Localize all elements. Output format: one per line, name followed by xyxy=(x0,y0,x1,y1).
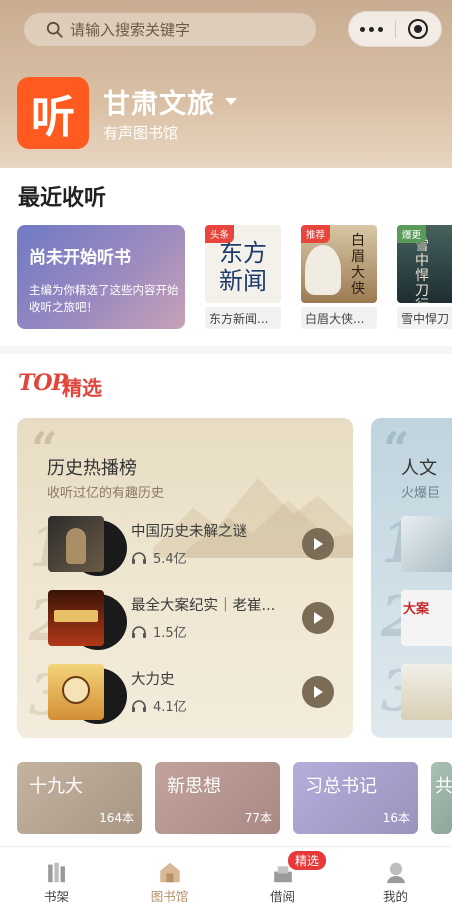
recent-book-1[interactable]: 东方新闻 头条 东方新闻... xyxy=(205,225,281,329)
library-switcher[interactable]: 甘肃文旅 xyxy=(103,82,237,121)
search-icon xyxy=(46,21,63,38)
ranking-item[interactable]: 3 大力史 4.1亿 xyxy=(17,664,353,726)
item-cover xyxy=(401,664,452,720)
item-plays: 5.4亿 xyxy=(131,548,187,567)
cover-figure xyxy=(305,245,341,295)
item-cover xyxy=(48,590,104,646)
headphones-icon xyxy=(132,699,146,712)
play-icon xyxy=(314,686,323,698)
cover-band xyxy=(54,610,98,622)
category-label: 共 xyxy=(435,776,452,797)
logo-char: 听 xyxy=(31,92,75,143)
category-count: 164本 xyxy=(99,811,134,825)
tab-label: 书架 xyxy=(43,889,69,904)
play-count: 5.4亿 xyxy=(153,552,187,567)
borrow-badge: 精选 xyxy=(288,851,327,870)
top-label: 精选 xyxy=(62,376,102,400)
caret-down-icon xyxy=(225,98,237,105)
tab-bookshelf[interactable]: 书架 xyxy=(0,847,113,904)
category-count: 77本 xyxy=(244,811,272,825)
section-divider xyxy=(0,346,452,354)
cover-figure xyxy=(66,528,86,564)
cover-text: 东方新闻 xyxy=(219,239,267,295)
item-cover xyxy=(48,664,104,720)
library-icon xyxy=(159,862,180,883)
category-label: 十九大 xyxy=(29,776,83,797)
item-cover: 大案 xyxy=(401,590,452,646)
play-button[interactable] xyxy=(302,676,334,708)
cover-figure xyxy=(62,676,90,704)
category-card[interactable]: 十九大 164本 xyxy=(17,762,142,834)
item-title: 大力史 xyxy=(131,672,175,688)
book-cover: 白眉大侠 推荐 xyxy=(301,225,377,303)
tab-label: 图书馆 xyxy=(150,889,189,904)
book-cover: 雪中悍刀行 爆更 xyxy=(397,225,452,303)
book-tag: 推荐 xyxy=(301,225,331,243)
app-logo: 听 xyxy=(17,77,89,149)
category-card[interactable]: 新思想 77本 xyxy=(155,762,280,834)
tab-label: 我的 xyxy=(382,889,408,904)
bottom-tab-bar: 书架 图书馆 借阅 我的 xyxy=(0,846,452,904)
item-plays: 1.5亿 xyxy=(131,622,187,641)
headphones-icon xyxy=(132,551,146,564)
promo-text: 主编为你精选了这些内容开始收听之旅吧！ xyxy=(29,283,179,314)
recent-book-3[interactable]: 雪中悍刀行 爆更 雪中悍刀 xyxy=(397,225,452,329)
profile-icon xyxy=(386,862,405,884)
book-cover: 东方新闻 头条 xyxy=(205,225,281,303)
ranking-item[interactable]: 2 最全大案纪实｜老崔... 1.5亿 xyxy=(17,590,353,652)
play-count: 1.5亿 xyxy=(153,626,187,641)
ranking-subtitle: 收听过亿的有趣历史 xyxy=(47,486,165,501)
ranking-item[interactable]: 1 中国历史未解之谜 5.4亿 xyxy=(17,516,353,578)
tab-mine[interactable]: 我的 xyxy=(339,847,452,904)
cover-text: 白眉大侠 xyxy=(351,233,365,297)
book-name: 白眉大侠... xyxy=(301,307,377,329)
play-icon xyxy=(314,612,323,624)
brand-title: 甘肃文旅 xyxy=(103,89,215,120)
item-cover xyxy=(48,516,104,572)
category-label: 新思想 xyxy=(167,776,221,797)
promo-title: 尚未开始听书 xyxy=(29,248,131,268)
close-target-icon[interactable] xyxy=(395,18,441,40)
category-row: 十九大 164本 新思想 77本 习总书记 16本 共 xyxy=(0,762,452,834)
category-card[interactable]: 共 xyxy=(431,762,452,834)
category-label: 习总书记 xyxy=(305,776,377,797)
tab-library[interactable]: 图书馆 xyxy=(113,847,226,904)
play-icon xyxy=(314,538,323,550)
item-cover xyxy=(401,516,452,572)
item-plays: 4.1亿 xyxy=(131,696,187,715)
play-button[interactable] xyxy=(302,602,334,634)
mini-program-capsule xyxy=(348,11,442,47)
book-name: 雪中悍刀 xyxy=(397,307,452,329)
book-tag: 头条 xyxy=(205,225,235,243)
promo-card[interactable]: 尚未开始听书 主编为你精选了这些内容开始收听之旅吧！ xyxy=(17,225,185,329)
play-button[interactable] xyxy=(302,528,334,560)
ranking-title: 历史热播榜 xyxy=(47,458,137,479)
header-banner: 请输入搜索关键字 听 甘肃文旅 有声图书馆 xyxy=(0,0,452,168)
category-count: 16本 xyxy=(382,811,410,825)
section-title-recent: 最近收听 xyxy=(18,186,107,211)
book-tag: 爆更 xyxy=(397,225,427,243)
ranking-card-history[interactable]: “ 历史热播榜 收听过亿的有趣历史 1 中国历史未解之谜 5.4亿 2 最全大案… xyxy=(17,418,353,738)
item-title: 中国历史未解之谜 xyxy=(131,524,247,540)
brand-subtitle: 有声图书馆 xyxy=(103,124,179,142)
category-card[interactable]: 习总书记 16本 xyxy=(293,762,418,834)
recent-book-2[interactable]: 白眉大侠 推荐 白眉大侠... xyxy=(301,225,377,329)
ranking-subtitle: 火爆巨 xyxy=(401,486,441,501)
top-logo: TOP xyxy=(18,370,68,396)
play-count: 4.1亿 xyxy=(153,700,187,715)
cover-text: 雪中悍刀行 xyxy=(415,238,429,304)
headphones-icon xyxy=(132,625,146,638)
ranking-title: 人文 xyxy=(401,458,437,479)
ranking-card-humanities[interactable]: “ 人文 火爆巨 1 2 大案 3 xyxy=(371,418,452,738)
bookshelf-icon xyxy=(47,862,65,883)
more-icon[interactable] xyxy=(349,26,395,32)
cover-text: 大案 xyxy=(403,602,430,617)
search-bar[interactable]: 请输入搜索关键字 xyxy=(24,13,316,46)
search-placeholder: 请输入搜索关键字 xyxy=(70,21,191,39)
tab-label: 借阅 xyxy=(269,889,295,904)
item-title: 最全大案纪实｜老崔... xyxy=(131,598,276,614)
book-name: 东方新闻... xyxy=(205,307,281,329)
